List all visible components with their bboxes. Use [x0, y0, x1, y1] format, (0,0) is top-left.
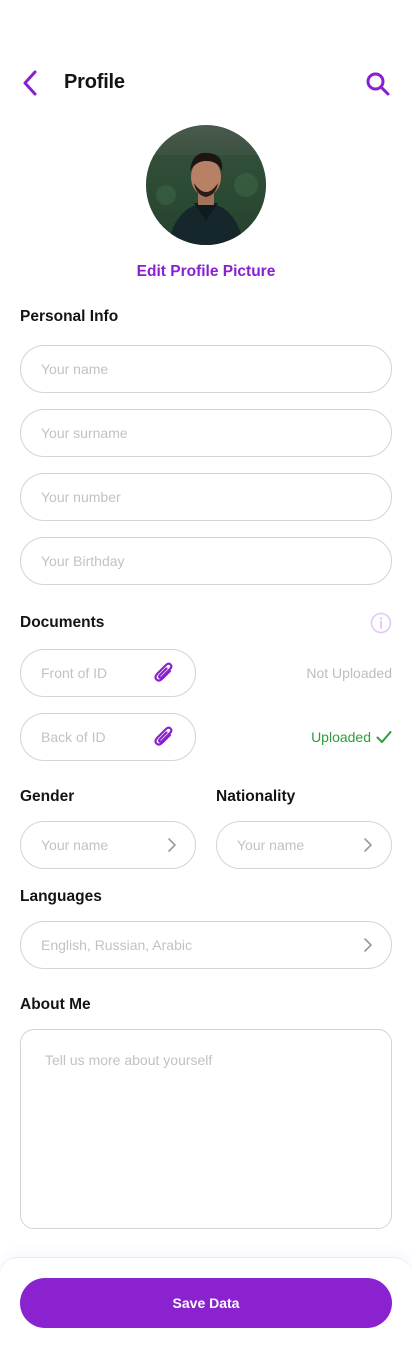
front-id-status: Not Uploaded [306, 665, 392, 681]
chevron-right-icon [364, 938, 372, 952]
back-id-status: Uploaded [311, 729, 392, 745]
about-me-textarea[interactable] [20, 1029, 392, 1229]
back-button[interactable] [16, 68, 44, 98]
chevron-right-icon [168, 838, 176, 852]
surname-input[interactable] [20, 409, 392, 457]
chevron-right-icon [364, 838, 372, 852]
app-header: Profile [0, 60, 412, 106]
gender-title: Gender [20, 788, 75, 805]
name-input[interactable] [20, 345, 392, 393]
number-input[interactable] [20, 473, 392, 521]
nationality-select-value: Your name [237, 837, 305, 853]
gender-select-value: Your name [41, 837, 109, 853]
languages-select[interactable]: English, Russian, Arabic [20, 921, 392, 969]
search-button[interactable] [362, 68, 394, 100]
documents-title: Documents [20, 614, 105, 631]
back-id-label: Back of ID [41, 729, 106, 745]
edit-profile-picture-link[interactable]: Edit Profile Picture [0, 263, 412, 281]
save-data-button[interactable]: Save Data [20, 1278, 392, 1328]
languages-select-value: English, Russian, Arabic [41, 937, 192, 953]
info-icon[interactable] [370, 612, 392, 634]
languages-title: Languages [20, 888, 102, 905]
nationality-select[interactable]: Your name [216, 821, 392, 869]
back-id-status-text: Uploaded [311, 729, 371, 745]
about-me-title: About Me [20, 996, 91, 1013]
page-title: Profile [64, 71, 125, 93]
back-id-upload[interactable]: Back of ID [20, 713, 196, 761]
paperclip-icon [151, 660, 177, 686]
checkmark-icon [376, 731, 392, 743]
nationality-title: Nationality [216, 788, 296, 805]
paperclip-icon [151, 724, 177, 750]
birthday-input[interactable] [20, 537, 392, 585]
avatar-photo [146, 125, 266, 245]
front-id-label: Front of ID [41, 665, 108, 681]
gender-select[interactable]: Your name [20, 821, 196, 869]
front-id-upload[interactable]: Front of ID [20, 649, 196, 697]
profile-avatar[interactable] [146, 125, 266, 245]
chevron-left-icon [23, 70, 37, 96]
search-icon [366, 72, 390, 96]
personal-info-title: Personal Info [20, 308, 119, 325]
